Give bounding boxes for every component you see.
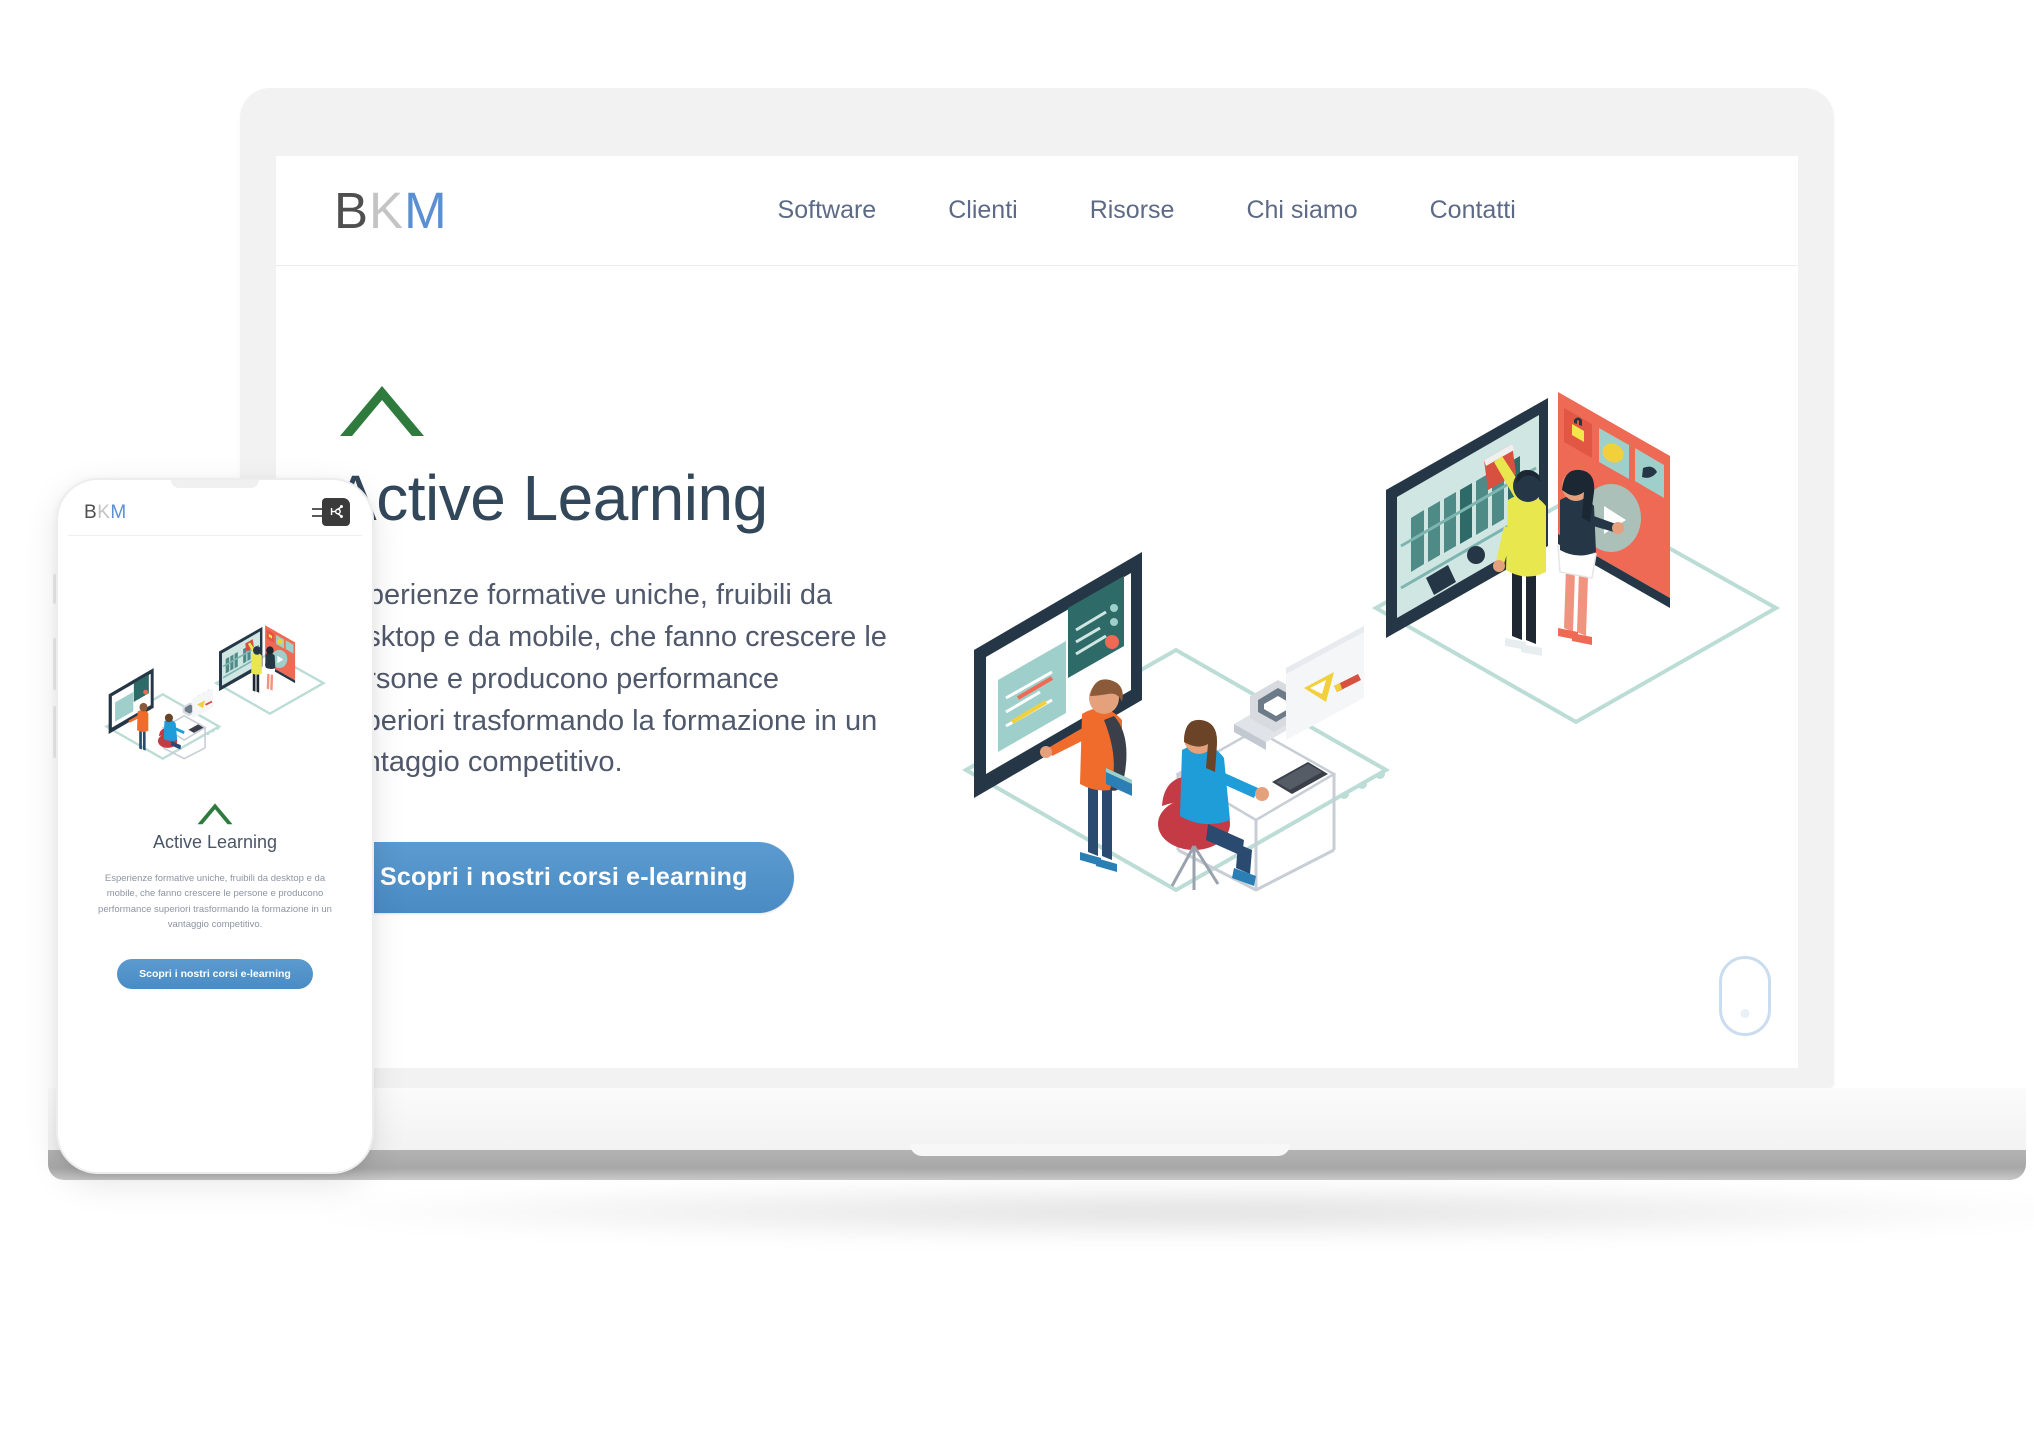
nav-item-software[interactable]: Software [742,196,913,225]
phone-page-title: Active Learning [152,832,278,852]
phone-isometric-illustration [68,614,362,764]
phone-mockup: BKM Active Learning Esperienze formative… [53,478,374,1174]
phone-paragraph: Esperienze formative uniche, fruibili da… [98,873,332,931]
nav-item-chi-siamo[interactable]: Chi siamo [1210,196,1393,225]
laptop-trackpad-notch [910,1144,1290,1156]
phone-green-chevron-icon [68,800,362,826]
cta-discover-courses-button[interactable]: Scopri i nostri corsi e-learning [334,842,794,914]
phone-brand-letter-b: B [84,502,98,523]
main-navigation: Software Clienti Risorse Chi siamo Conta… [742,196,1552,225]
hero-visual [896,378,1798,1036]
phone-brand-logo[interactable]: BKM [84,503,127,522]
laptop-mockup: BKM Software Clienti Risorse Chi siamo C… [48,88,2034,1242]
phone-screen: BKM Active Learning Esperienze formative… [68,490,362,1162]
page-title: Active Learning [334,462,768,534]
phone-cta-discover-courses-button[interactable]: Scopri i nostri corsi e-learning [117,958,313,989]
site-header: BKM Software Clienti Risorse Chi siamo C… [276,156,1798,266]
nav-item-risorse[interactable]: Risorse [1054,196,1211,225]
phone-body: BKM Active Learning Esperienze formative… [56,478,374,1174]
nav-item-contatti[interactable]: Contatti [1394,196,1552,225]
brand-letter-b: B [334,182,370,239]
green-chevron-icon [334,378,896,445]
mouse-pointer-icon [1719,956,1771,1036]
phone-site-header: BKM [68,490,362,536]
phone-notch [171,480,259,488]
sprocket-icon[interactable] [322,497,350,526]
brand-logo[interactable]: BKM [334,185,448,236]
phone-cta-wrapper: Scopri i nostri corsi e-learning [68,958,362,989]
phone-brand-letter-k: K [97,502,111,523]
hero-section: Active Learning Esperienze formative uni… [276,266,1798,1036]
laptop-screen: BKM Software Clienti Risorse Chi siamo C… [276,156,1798,1068]
phone-brand-letter-m: M [110,502,127,523]
nav-item-clienti[interactable]: Clienti [912,196,1053,225]
laptop-shadow [300,1182,2034,1242]
isometric-elearning-illustration [956,350,1786,915]
hero-paragraph: Esperienze formative uniche, fruibili da… [334,579,887,779]
hamburger-menu-icon[interactable] [312,497,350,526]
brand-letter-k: K [369,182,405,239]
brand-letter-m: M [404,182,448,239]
